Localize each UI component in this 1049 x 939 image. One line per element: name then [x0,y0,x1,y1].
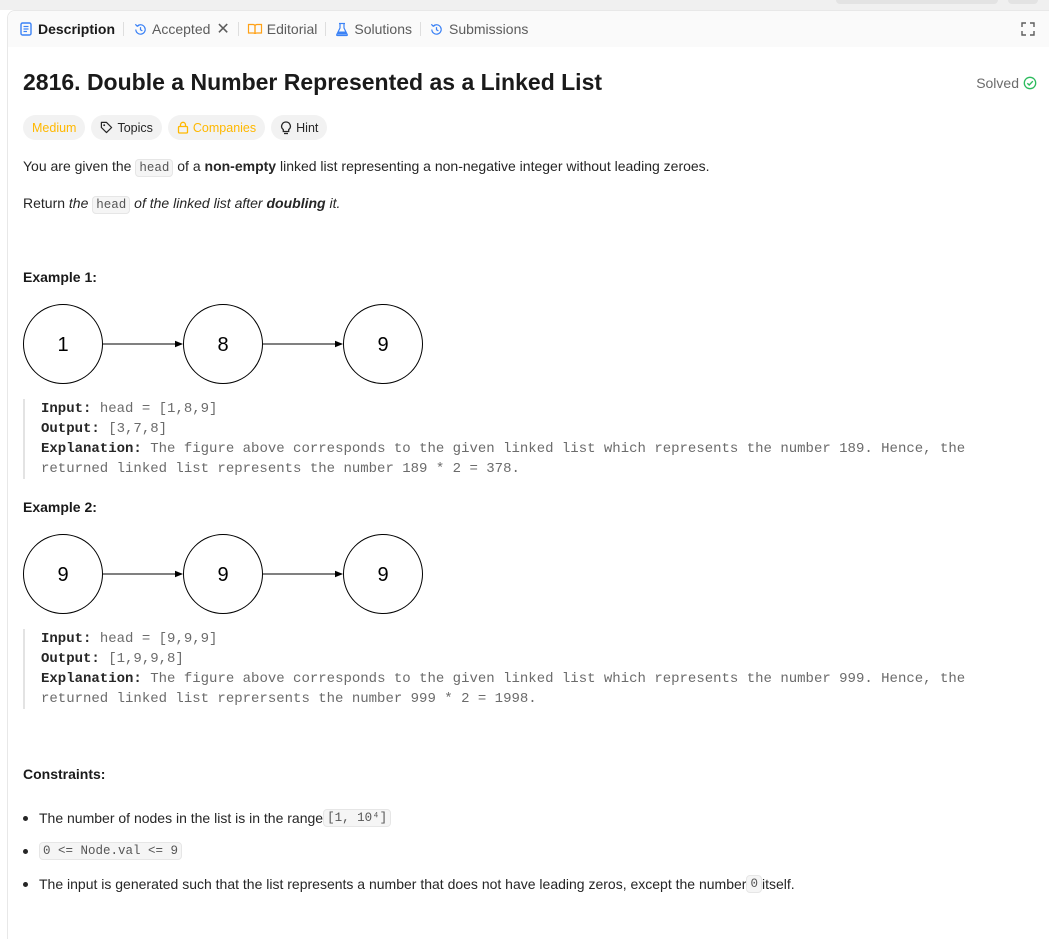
node-value: 8 [217,334,228,356]
check-circle-icon [1023,76,1037,90]
top-strip [0,0,1049,10]
node-value: 9 [217,564,228,586]
problem-title: 2816. Double a Number Represented as a L… [23,69,603,95]
node-value: 9 [57,564,68,586]
hint-tag[interactable]: Hint [271,115,328,140]
companies-tag[interactable]: Companies [167,115,266,140]
node-value: 1 [57,334,68,356]
constraints-list: The number of nodes in the list is in th… [23,801,1023,900]
difficulty-badge[interactable]: Medium [23,115,86,140]
history-icon [132,21,148,37]
document-icon [18,21,34,37]
node-value: 9 [377,334,388,356]
flask-icon [334,21,350,37]
tab-solutions[interactable]: Solutions [334,11,412,47]
tab-divider [325,22,327,36]
inline-code: 0 <= Node.val <= 9 [39,841,183,860]
tab-description[interactable]: Description [18,11,115,47]
description-panel: Description Accepted ✕ Editorial Solutio… [7,10,1049,939]
description-paragraph-2: Return the head of the linked list after… [23,195,341,214]
tab-bar: Description Accepted ✕ Editorial Solutio… [8,11,1049,47]
example-2-heading: Example 2: [23,499,97,515]
lock-icon [177,121,189,134]
inline-code: 0 [746,874,762,893]
inline-code: head [135,159,174,177]
list-item: The number of nodes in the list is in th… [23,801,1023,834]
list-item: The input is generated such that the lis… [23,867,1023,900]
tab-divider [237,22,239,36]
example-2-figure: 9 9 9 [23,533,425,615]
tab-accepted[interactable]: Accepted ✕ [132,11,230,47]
expand-icon[interactable] [1020,21,1036,37]
top-control[interactable] [836,0,998,4]
example-1-heading: Example 1: [23,269,97,285]
book-icon [247,21,263,37]
tag-icon [101,121,113,134]
example-1-figure: 1 8 9 [23,303,425,385]
list-item: 0 <= Node.val <= 9 [23,834,1023,867]
inline-code: head [92,196,131,214]
topics-tag[interactable]: Topics [91,115,162,140]
problem-tags: Medium Topics Companies Hint [23,115,328,140]
inline-code: [1, 10⁴] [323,808,392,827]
tab-editorial[interactable]: Editorial [247,11,317,47]
tab-submissions[interactable]: Submissions [429,11,528,47]
description-paragraph-1: You are given the head of a non-empty li… [23,158,710,177]
top-control-small[interactable] [1008,0,1038,4]
constraints-heading: Constraints: [23,766,106,782]
example-1-block: Input: head = [1,8,9] Output: [3,7,8] Ex… [23,399,983,479]
close-icon[interactable]: ✕ [216,19,229,39]
tab-divider [419,22,421,36]
solved-status: Solved [976,75,1037,91]
tab-divider [123,22,125,36]
node-value: 9 [377,564,388,586]
example-2-block: Input: head = [9,9,9] Output: [1,9,9,8] … [23,629,983,709]
history-icon [429,21,445,37]
lightbulb-icon [281,120,292,134]
